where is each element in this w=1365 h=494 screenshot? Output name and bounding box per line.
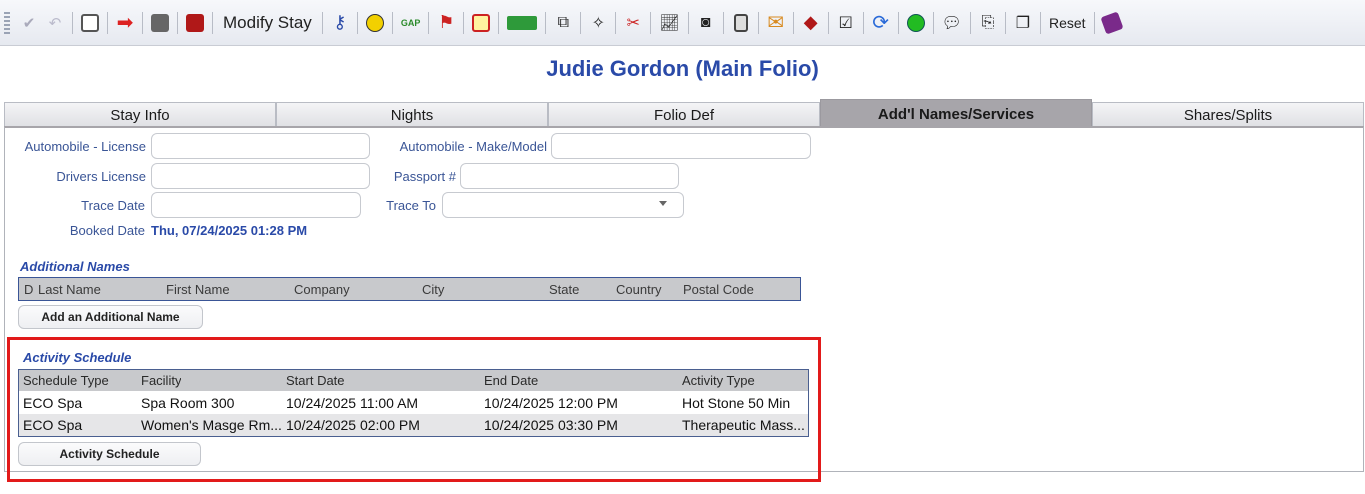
toolbar-separator xyxy=(1039,11,1041,34)
toolbar-separator xyxy=(897,11,899,34)
people-icon[interactable]: ⚑ xyxy=(433,8,459,38)
toolbar-separator xyxy=(356,11,358,34)
book-purple-icon[interactable] xyxy=(1099,8,1125,38)
toolbar-separator xyxy=(498,11,500,34)
copy-doc-icon[interactable]: ❐ xyxy=(1010,8,1036,38)
toolbar-separator xyxy=(969,11,971,34)
column-header[interactable]: Postal Code xyxy=(683,282,754,297)
smiley-coin-icon[interactable] xyxy=(362,8,388,38)
tab-addl-names-services[interactable]: Add'l Names/Services xyxy=(820,99,1092,129)
modify-stay-button[interactable]: Modify Stay xyxy=(217,8,318,38)
toolbar-separator xyxy=(580,11,582,34)
reset-button[interactable]: Reset xyxy=(1045,8,1090,38)
clipboard-icon[interactable]: ☑ xyxy=(833,8,859,38)
additional-names-grid-header: D Last Name First Name Company City Stat… xyxy=(18,277,801,301)
camera-icon[interactable]: ◙ xyxy=(693,8,719,38)
passport-input[interactable] xyxy=(460,163,679,189)
tab-nights[interactable]: Nights xyxy=(276,102,548,129)
nrl-icon[interactable]: ✂ xyxy=(620,8,646,38)
toolbar-separator xyxy=(757,11,759,34)
toolbar-separator xyxy=(862,11,864,34)
scroll-icon[interactable]: ⎘ xyxy=(975,8,1001,38)
toolbar-separator xyxy=(615,11,617,34)
highlight-box xyxy=(7,337,821,482)
column-header[interactable]: Country xyxy=(616,282,662,297)
toolbar-separator xyxy=(545,11,547,34)
column-header[interactable]: Last Name xyxy=(38,282,101,297)
toolbar-separator xyxy=(932,11,934,34)
trace-to-select[interactable] xyxy=(442,192,684,218)
notes-icon[interactable] xyxy=(77,8,103,38)
toolbar-separator xyxy=(827,11,829,34)
tab-bar: Stay Info Nights Folio Def Add'l Names/S… xyxy=(4,99,1364,129)
money-icon[interactable] xyxy=(503,8,541,38)
add-additional-name-button[interactable]: Add an Additional Name xyxy=(18,305,203,329)
trace-to-label: Trace To xyxy=(386,198,436,213)
cancel-doc-icon[interactable] xyxy=(468,8,494,38)
print-icon[interactable] xyxy=(147,8,173,38)
trace-date-label: Trace Date xyxy=(81,198,145,213)
toolbar-separator xyxy=(212,11,213,34)
checkout-icon[interactable]: ➡ xyxy=(112,8,138,38)
speech-icon[interactable]: 💬︎ xyxy=(938,8,966,38)
trace-date-input[interactable] xyxy=(151,192,361,218)
column-header[interactable]: State xyxy=(549,282,579,297)
booked-date-label: Booked Date xyxy=(69,223,145,238)
calculator-icon[interactable] xyxy=(728,8,754,38)
toolbar-separator xyxy=(792,11,794,34)
wand-icon[interactable]: ✧ xyxy=(585,8,611,38)
copy-icon[interactable]: ⧉ xyxy=(550,8,576,38)
key-icon[interactable]: ⚷ xyxy=(327,8,353,38)
column-header[interactable]: D xyxy=(24,282,33,297)
toolbar-separator xyxy=(177,11,178,34)
eraser-icon[interactable]: ◆ xyxy=(798,8,824,38)
auto-license-input[interactable] xyxy=(151,133,370,159)
tab-stay-info[interactable]: Stay Info xyxy=(4,102,276,129)
column-header[interactable]: Company xyxy=(294,282,350,297)
toolbar-separator xyxy=(650,11,652,34)
chevron-down-icon xyxy=(659,201,667,206)
check-icon[interactable]: ✔ xyxy=(16,8,42,38)
toolbar-separator xyxy=(1093,11,1095,34)
tab-shares-splits[interactable]: Shares/Splits xyxy=(1092,102,1364,129)
undo-icon[interactable]: ↶ xyxy=(42,8,68,38)
toolbar-separator xyxy=(72,11,73,34)
auto-make-label: Automobile - Make/Model xyxy=(399,139,547,154)
mail-icon[interactable]: ✉ xyxy=(763,8,789,38)
drivers-license-label: Drivers License xyxy=(56,169,146,184)
toolbar-separator xyxy=(107,11,108,34)
toolbar-separator xyxy=(463,11,465,34)
toolbar-grip[interactable] xyxy=(4,11,10,34)
column-header[interactable]: First Name xyxy=(166,282,230,297)
drivers-license-input[interactable] xyxy=(151,163,370,189)
gap-icon[interactable]: GAP xyxy=(397,8,425,38)
additional-names-title: Additional Names xyxy=(20,259,130,274)
toolbar-separator xyxy=(1004,11,1006,34)
toolbar-separator xyxy=(391,11,393,34)
toolbar-separator xyxy=(687,11,689,34)
tab-folio-def[interactable]: Folio Def xyxy=(548,102,820,129)
happy-face-icon[interactable] xyxy=(903,8,929,38)
toolbar-separator xyxy=(142,11,143,34)
chart-icon[interactable]: 📈︎ xyxy=(655,8,683,38)
refresh-icon[interactable]: ⟳ xyxy=(868,8,894,38)
toolbar-separator xyxy=(722,11,724,34)
passport-label: Passport # xyxy=(393,169,456,184)
toolbar-separator xyxy=(321,11,323,34)
column-header[interactable]: City xyxy=(422,282,444,297)
booked-date-value: Thu, 07/24/2025 01:28 PM xyxy=(151,223,308,238)
book-icon[interactable] xyxy=(182,8,208,38)
toolbar: ✔ ↶ ➡ Modify Stay ⚷ GAP ⚑ ⧉ ✧ ✂ 📈︎ ◙ ✉ ◆… xyxy=(0,0,1365,46)
page-title: Judie Gordon (Main Folio) xyxy=(546,56,819,81)
auto-license-label: Automobile - License xyxy=(24,139,146,154)
toolbar-separator xyxy=(428,11,430,34)
auto-make-input[interactable] xyxy=(551,133,811,159)
